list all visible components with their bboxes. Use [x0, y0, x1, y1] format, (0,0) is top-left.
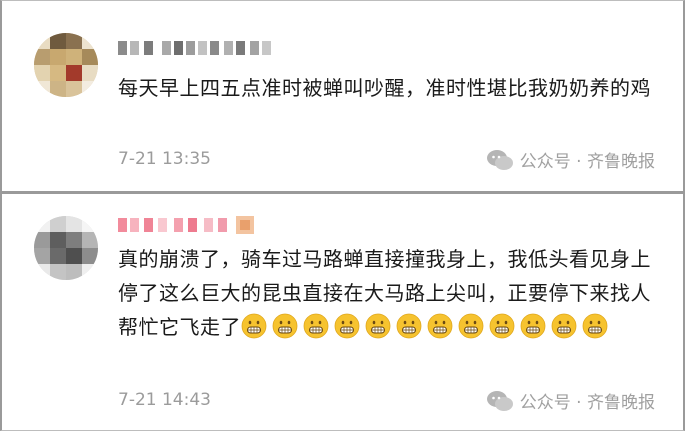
emoji-group [241, 313, 613, 339]
comment-text: 真的崩溃了，骑车过马路蝉直接撞我身上，我低头看见身上停了这么巨大的昆虫直接在大马… [118, 242, 658, 344]
grimace-emoji-icon [396, 313, 422, 339]
source-watermark: 公众号 · 齐鲁晚报 [486, 388, 655, 413]
grimace-emoji-icon [365, 313, 391, 339]
comment-item: 每天早上四五点准时被蝉叫吵醒，准时性堪比我奶奶养的鸡 7-21 13:35 公众… [2, 1, 683, 191]
source-watermark: 公众号 · 齐鲁晚报 [486, 147, 655, 172]
blurred-username-icon [118, 41, 271, 55]
comment-item: 真的崩溃了，骑车过马路蝉直接撞我身上，我低头看见身上停了这么巨大的昆虫直接在大马… [2, 194, 683, 431]
comment-list: 每天早上四五点准时被蝉叫吵醒，准时性堪比我奶奶养的鸡 7-21 13:35 公众… [0, 0, 685, 431]
grimace-emoji-icon [551, 313, 577, 339]
watermark-text: 公众号 · 齐鲁晚报 [519, 393, 655, 413]
grimace-emoji-icon [458, 313, 484, 339]
username-blurred[interactable] [118, 212, 278, 238]
wechat-icon [486, 149, 513, 170]
blurred-avatar-icon [34, 33, 98, 97]
grimace-emoji-icon [334, 313, 360, 339]
blurred-avatar-icon [34, 216, 98, 280]
grimace-emoji-icon [427, 313, 453, 339]
grimace-emoji-icon [520, 313, 546, 339]
grimace-emoji-icon [241, 313, 267, 339]
user-avatar[interactable] [34, 216, 98, 280]
comment-time: 7-21 13:35 [118, 149, 211, 169]
wechat-icon [486, 390, 513, 411]
grimace-emoji-icon [303, 313, 329, 339]
blurred-username-icon [118, 216, 254, 234]
username-blurred[interactable] [118, 35, 288, 61]
watermark-text: 公众号 · 齐鲁晚报 [519, 152, 655, 172]
user-avatar[interactable] [34, 33, 98, 97]
grimace-emoji-icon [582, 313, 608, 339]
comment-time: 7-21 14:43 [118, 390, 211, 410]
grimace-emoji-icon [272, 313, 298, 339]
grimace-emoji-icon [489, 313, 515, 339]
comment-text: 每天早上四五点准时被蝉叫吵醒，准时性堪比我奶奶养的鸡 [118, 76, 651, 100]
